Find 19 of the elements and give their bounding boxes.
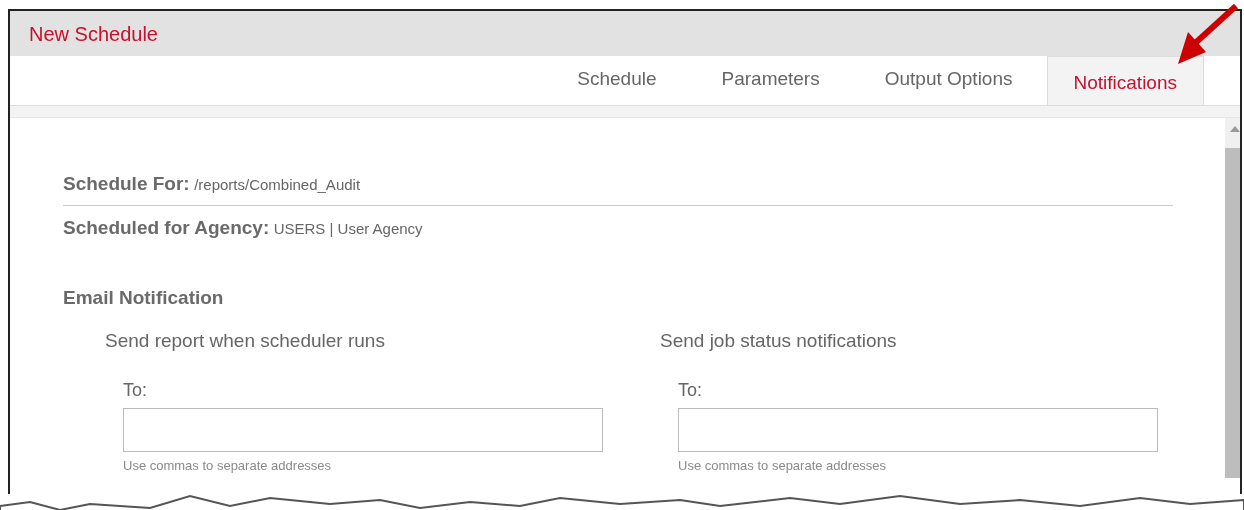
email-field[interactable] bbox=[678, 408, 1158, 452]
window-title: New Schedule bbox=[29, 23, 158, 45]
agency-value: USERS | User Agency bbox=[273, 219, 423, 237]
hint-text: Use commas to separate addresses bbox=[123, 457, 333, 475]
tab[interactable]: Output Options bbox=[853, 55, 1044, 105]
tab[interactable]: Notifications bbox=[1046, 55, 1204, 105]
tab[interactable]: Schedule bbox=[546, 55, 688, 105]
tab[interactable]: Parameters bbox=[690, 55, 851, 105]
hint-text: Use commas to separate addresses bbox=[678, 457, 888, 475]
report-path: /reports/Combined_Audit bbox=[194, 176, 361, 193]
email-field[interactable] bbox=[123, 408, 603, 452]
field-label: To: bbox=[123, 379, 148, 402]
scrollbar[interactable] bbox=[1225, 118, 1240, 478]
subsection-heading: Send report when scheduler runs bbox=[105, 328, 386, 353]
field-label: To: bbox=[678, 379, 703, 402]
field-label: Schedule For: bbox=[63, 173, 190, 194]
subsection-heading: Send job status notifications bbox=[660, 328, 898, 353]
section-heading: Email Notification bbox=[63, 286, 225, 310]
field-label: Scheduled for Agency: bbox=[63, 216, 270, 238]
